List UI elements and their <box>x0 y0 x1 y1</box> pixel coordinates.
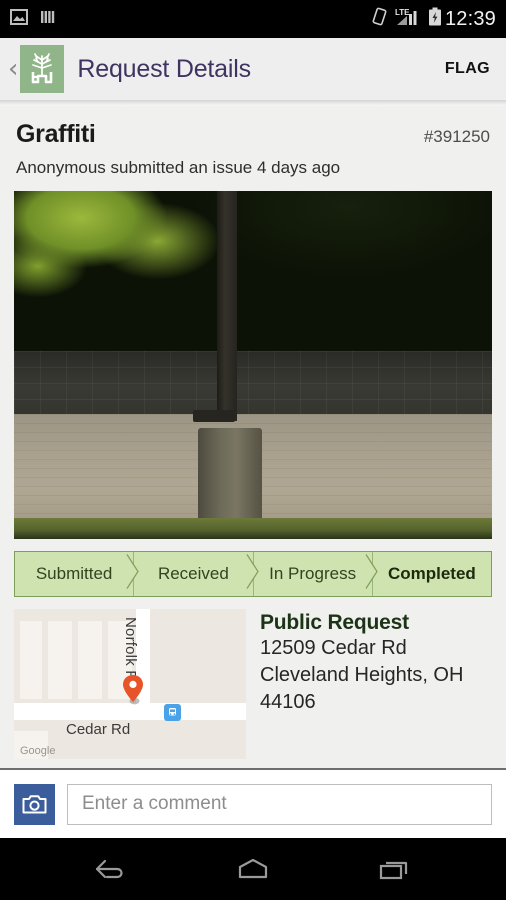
status-step-label: Completed <box>387 564 476 583</box>
request-id: #391250 <box>423 127 490 146</box>
camera-button[interactable] <box>14 783 55 825</box>
request-detail-content: Graffiti #391250 Anonymous submitted an … <box>0 106 506 770</box>
status-bar-left-icons <box>10 8 57 31</box>
svg-text:LTE: LTE <box>395 8 410 17</box>
chevron-right-icon <box>364 549 380 600</box>
request-submitter-line: Anonymous submitted an issue 4 days ago <box>16 158 341 177</box>
battery-charging-icon <box>428 7 442 32</box>
back-chevron-icon[interactable]: ‹ <box>8 56 18 82</box>
comment-input[interactable]: Enter a comment <box>67 783 492 825</box>
status-bar-clock: 12:39 <box>444 7 496 30</box>
address-line-2: Cleveland Heights, OH <box>260 663 464 686</box>
request-visibility-label: Public Request <box>260 611 409 634</box>
status-step-label: In Progress <box>269 564 357 583</box>
image-icon <box>10 8 28 31</box>
map-thumbnail[interactable]: Norfolk Rd Cedar Rd Google <box>14 609 246 759</box>
status-step-in-progress[interactable]: In Progress <box>252 552 378 596</box>
map-attribution: Google <box>20 745 56 757</box>
app-header: ‹ Request Details FLAG <box>0 38 506 100</box>
android-status-bar: LTE 12:39 <box>0 0 506 38</box>
flag-button[interactable]: FLAG <box>445 60 490 78</box>
status-bar-right-icons: LTE <box>371 7 442 32</box>
request-category-title: Graffiti <box>16 120 96 148</box>
map-street-label-horizontal: Cedar Rd <box>66 721 131 738</box>
photo-pole <box>217 191 238 421</box>
rotation-lock-icon <box>371 7 388 31</box>
photo-wall-region <box>14 351 492 418</box>
cleveland-heights-tree-logo <box>20 45 65 93</box>
photo-foliage-region <box>14 191 492 359</box>
map-building <box>48 621 72 699</box>
status-step-completed[interactable]: Completed <box>371 552 491 596</box>
map-road-horizontal <box>14 703 246 720</box>
photo-pole-collar <box>193 410 236 423</box>
photo-pole-base <box>198 427 263 522</box>
address-line-3: 44106 <box>260 690 316 713</box>
chevron-right-icon <box>245 549 261 600</box>
location-section: Norfolk Rd Cedar Rd Google Public Reques… <box>0 609 506 759</box>
status-step-received[interactable]: Received <box>133 552 259 596</box>
photo-grass-region <box>14 518 492 539</box>
barcode-icon <box>39 8 57 31</box>
back-button[interactable] <box>75 848 147 890</box>
recents-button[interactable] <box>359 848 431 890</box>
page-title: Request Details <box>77 54 251 83</box>
bus-stop-icon <box>164 704 181 721</box>
home-button[interactable] <box>217 848 289 890</box>
comment-placeholder: Enter a comment <box>82 793 227 814</box>
android-nav-bar <box>0 838 506 900</box>
signal-icon: LTE <box>395 7 421 32</box>
map-building <box>78 621 102 699</box>
comment-bar: Enter a comment <box>0 768 506 838</box>
request-photo[interactable] <box>14 191 492 539</box>
chevron-right-icon <box>125 549 141 600</box>
address-line-1: 12509 Cedar Rd <box>260 637 407 659</box>
location-pin <box>122 675 144 705</box>
status-step-submitted[interactable]: Submitted <box>15 552 139 596</box>
status-step-label: Submitted <box>35 564 113 583</box>
status-step-label: Received <box>157 564 229 583</box>
address-block: Public Request 12509 Cedar Rd Cleveland … <box>246 609 473 759</box>
status-progress-bar: Submitted Received In Progress Completed <box>14 551 492 597</box>
map-building <box>20 621 42 699</box>
request-title-row: Graffiti #391250 <box>0 106 506 149</box>
